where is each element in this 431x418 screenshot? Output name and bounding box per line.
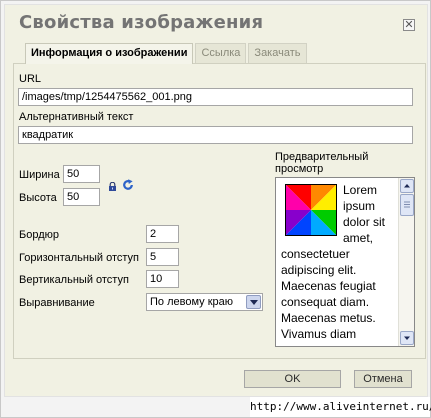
- preview-scrollbar[interactable]: [398, 178, 414, 346]
- height-label: Высота: [19, 192, 57, 204]
- preview-label-line2: просмотр: [275, 163, 324, 175]
- tab-image-info[interactable]: Информация о изображении: [25, 43, 194, 64]
- hspace-label: Горизонтальный отступ: [19, 252, 139, 264]
- width-field[interactable]: 50: [63, 165, 100, 183]
- scroll-up-button[interactable]: [400, 179, 414, 193]
- tab-bar: Информация о изображении Ссылка Закачать: [25, 43, 309, 64]
- chevron-down-icon[interactable]: [246, 295, 261, 309]
- align-select[interactable]: По левому краю: [146, 293, 263, 311]
- watermark-url: http://www.aliveinternet.ru/: [250, 397, 431, 417]
- close-icon[interactable]: ✕: [403, 19, 415, 31]
- preview-label-line1: Предварительный: [275, 151, 369, 163]
- ok-button[interactable]: OK: [244, 370, 341, 388]
- url-label: URL: [19, 73, 42, 85]
- cancel-button[interactable]: Отмена: [354, 370, 412, 388]
- tab-link[interactable]: Ссылка: [195, 43, 247, 63]
- reset-size-icon[interactable]: [122, 179, 134, 191]
- preview-image: [285, 184, 337, 236]
- border-field[interactable]: 2: [146, 225, 179, 243]
- height-field[interactable]: 50: [63, 188, 100, 206]
- preview-content: Lorem ipsum dolor sit amet, consectetuer…: [281, 182, 399, 342]
- vspace-label: Вертикальный отступ: [19, 274, 129, 286]
- vspace-field[interactable]: 10: [146, 270, 179, 288]
- border-label: Бордюр: [19, 229, 59, 241]
- align-select-value: По левому краю: [150, 296, 233, 308]
- dialog-title: Свойства изображения: [19, 12, 264, 33]
- image-properties-dialog: Свойства изображения ✕ Информация о изоб…: [0, 0, 431, 418]
- tab-upload[interactable]: Закачать: [248, 43, 307, 63]
- scroll-thumb[interactable]: [400, 194, 414, 216]
- lock-icon[interactable]: [108, 181, 117, 191]
- alt-text-label: Альтернативный текст: [19, 111, 134, 123]
- preview-box[interactable]: Lorem ipsum dolor sit amet, consectetuer…: [275, 177, 415, 347]
- hspace-field[interactable]: 5: [146, 248, 179, 266]
- preview-label: Предварительный просмотр: [275, 151, 368, 175]
- alt-text-field[interactable]: квадратик: [18, 126, 413, 144]
- scroll-down-button[interactable]: [400, 331, 414, 345]
- url-field[interactable]: /images/tmp/1254475562_001.png: [18, 88, 413, 106]
- align-label: Выравнивание: [19, 297, 95, 309]
- width-label: Ширина: [19, 169, 60, 181]
